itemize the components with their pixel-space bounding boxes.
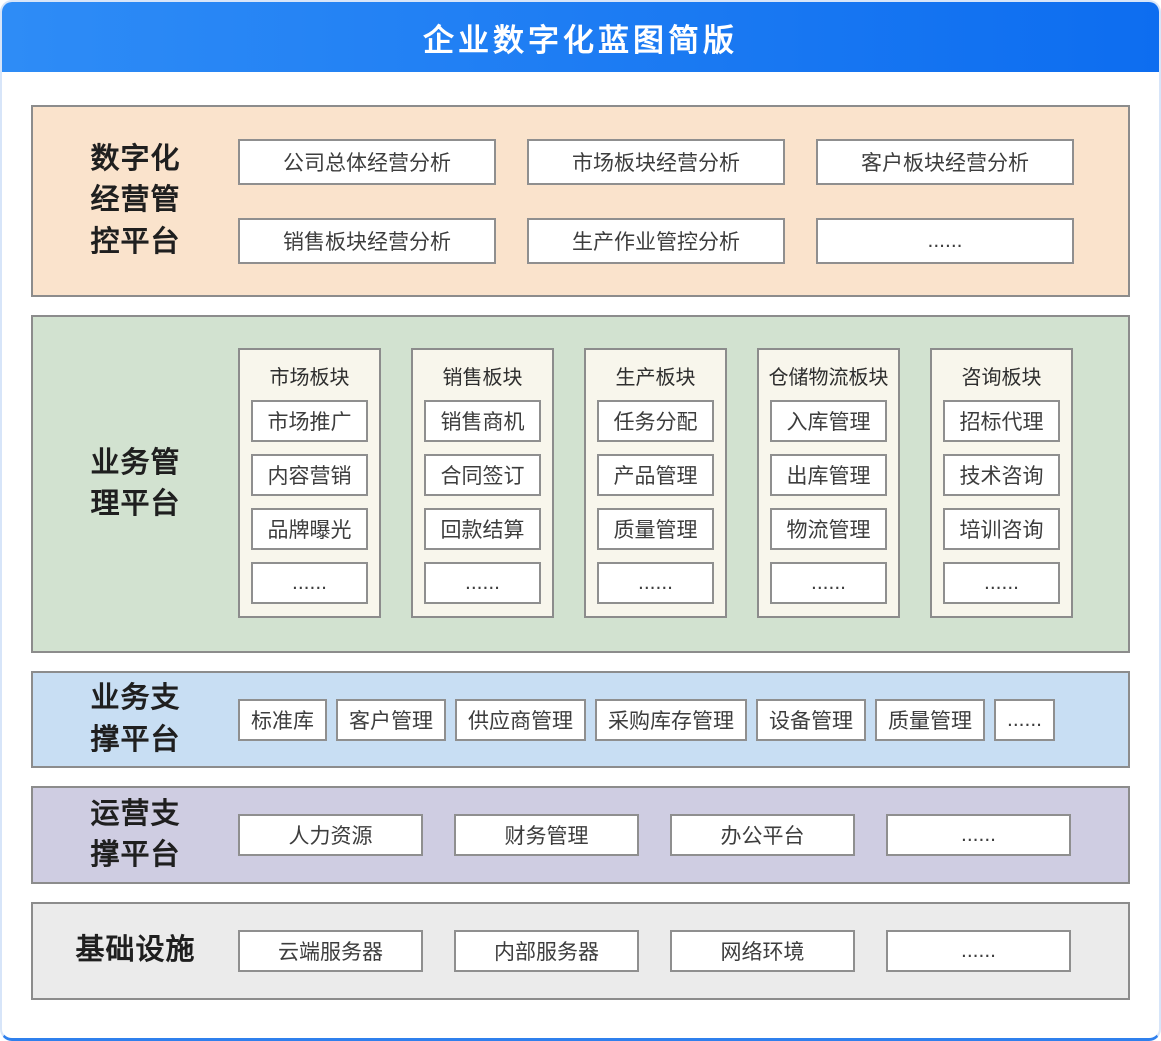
blueprint-page: 企业数字化蓝图简版 数字化经营管控平台公司总体经营分析市场板块经营分析客户板块经…: [0, 0, 1161, 1041]
pillar: 生产板块任务分配产品管理质量管理......: [584, 348, 727, 618]
section-label-operation-support: 运营支撑平台: [33, 788, 238, 882]
module-box: 设备管理: [756, 699, 866, 741]
module-box: 物流管理: [770, 508, 887, 550]
module-box: 招标代理: [943, 400, 1060, 442]
pillar-title: 仓储物流板块: [759, 350, 898, 400]
section-business-management: 业务管理平台市场板块市场推广内容营销品牌曝光......销售板块销售商机合同签订…: [31, 315, 1130, 653]
pillar-title: 销售板块: [413, 350, 552, 400]
ellipsis-box: ......: [994, 699, 1055, 741]
section-content-management-control: 公司总体经营分析市场板块经营分析客户板块经营分析销售板块经营分析生产作业管控分析…: [238, 107, 1128, 295]
section-label-line: 理平台: [90, 484, 180, 525]
module-box: 出库管理: [770, 454, 887, 496]
pillar: 销售板块销售商机合同签订回款结算......: [411, 348, 554, 618]
module-box: 合同签订: [424, 454, 541, 496]
section-label-line: 基础设施: [75, 930, 195, 971]
ellipsis-box: ......: [943, 562, 1060, 604]
section-operation-support: 运营支撑平台人力资源财务管理办公平台......: [31, 786, 1130, 884]
pillar: 仓储物流板块入库管理出库管理物流管理......: [757, 348, 900, 618]
section-content-business-support: 标准库客户管理供应商管理采购库存管理设备管理质量管理......: [238, 673, 1128, 766]
ellipsis-box: ......: [424, 562, 541, 604]
section-label-line: 数字化: [90, 139, 180, 180]
module-box: 销售板块经营分析: [238, 218, 496, 264]
module-box: 人力资源: [238, 814, 423, 856]
box-row: 公司总体经营分析市场板块经营分析客户板块经营分析: [238, 139, 1080, 185]
module-box: 内容营销: [251, 454, 368, 496]
section-infrastructure: 基础设施 云端服务器内部服务器网络环境......: [31, 902, 1130, 1000]
section-label-line: 撑平台: [90, 720, 180, 761]
sections: 数字化经营管控平台公司总体经营分析市场板块经营分析客户板块经营分析销售板块经营分…: [2, 72, 1159, 1000]
section-label-line: 控平台: [90, 222, 180, 263]
module-box: 办公平台: [670, 814, 855, 856]
module-box: 产品管理: [597, 454, 714, 496]
module-box: 标准库: [238, 699, 327, 741]
module-box: 回款结算: [424, 508, 541, 550]
module-box: 销售商机: [424, 400, 541, 442]
pillar: 市场板块市场推广内容营销品牌曝光......: [238, 348, 381, 618]
ellipsis-box: ......: [770, 562, 887, 604]
module-box: 生产作业管控分析: [527, 218, 785, 264]
module-box: 云端服务器: [238, 930, 423, 972]
section-label-line: 业务支: [90, 678, 180, 719]
page-title: 企业数字化蓝图简版: [423, 15, 738, 60]
ellipsis-box: ......: [251, 562, 368, 604]
ellipsis-box: ......: [597, 562, 714, 604]
module-box: 市场板块经营分析: [527, 139, 785, 185]
section-label-line: 撑平台: [90, 835, 180, 876]
ellipsis-box: ......: [886, 814, 1071, 856]
section-label-line: 业务管: [90, 443, 180, 484]
ellipsis-box: ......: [886, 930, 1071, 972]
module-box: 培训咨询: [943, 508, 1060, 550]
module-box: 网络环境: [670, 930, 855, 972]
section-label-business-support: 业务支撑平台: [33, 673, 238, 766]
section-management-control: 数字化经营管控平台公司总体经营分析市场板块经营分析客户板块经营分析销售板块经营分…: [31, 105, 1130, 297]
module-box: 财务管理: [454, 814, 639, 856]
module-box: 质量管理: [597, 508, 714, 550]
section-label-line: 运营支: [90, 794, 180, 835]
module-box: 任务分配: [597, 400, 714, 442]
module-box: 市场推广: [251, 400, 368, 442]
section-label-business-management: 业务管理平台: [33, 317, 238, 651]
module-box: 客户管理: [336, 699, 446, 741]
pillar-title: 咨询板块: [932, 350, 1071, 400]
section-label-infrastructure: 基础设施: [33, 904, 238, 998]
section-business-support: 业务支撑平台标准库客户管理供应商管理采购库存管理设备管理质量管理......: [31, 671, 1130, 768]
pillar: 咨询板块招标代理技术咨询培训咨询......: [930, 348, 1073, 618]
module-box: 品牌曝光: [251, 508, 368, 550]
section-content-business-management: 市场板块市场推广内容营销品牌曝光......销售板块销售商机合同签订回款结算..…: [238, 317, 1128, 651]
module-box: 供应商管理: [455, 699, 586, 741]
module-box: 技术咨询: [943, 454, 1060, 496]
section-label-line: 经营管: [90, 180, 180, 221]
section-label-management-control: 数字化经营管控平台: [33, 107, 238, 295]
module-box: 采购库存管理: [595, 699, 747, 741]
module-box: 入库管理: [770, 400, 887, 442]
pillar-title: 市场板块: [240, 350, 379, 400]
page-header: 企业数字化蓝图简版: [2, 2, 1159, 72]
module-box: 客户板块经营分析: [816, 139, 1074, 185]
pillar-title: 生产板块: [586, 350, 725, 400]
module-box: 内部服务器: [454, 930, 639, 972]
module-box: 质量管理: [875, 699, 985, 741]
section-content-operation-support: 人力资源财务管理办公平台......: [238, 788, 1128, 882]
module-box: 公司总体经营分析: [238, 139, 496, 185]
ellipsis-box: ......: [816, 218, 1074, 264]
box-row: 销售板块经营分析生产作业管控分析......: [238, 218, 1080, 264]
section-content-infrastructure: 云端服务器内部服务器网络环境......: [238, 904, 1128, 998]
